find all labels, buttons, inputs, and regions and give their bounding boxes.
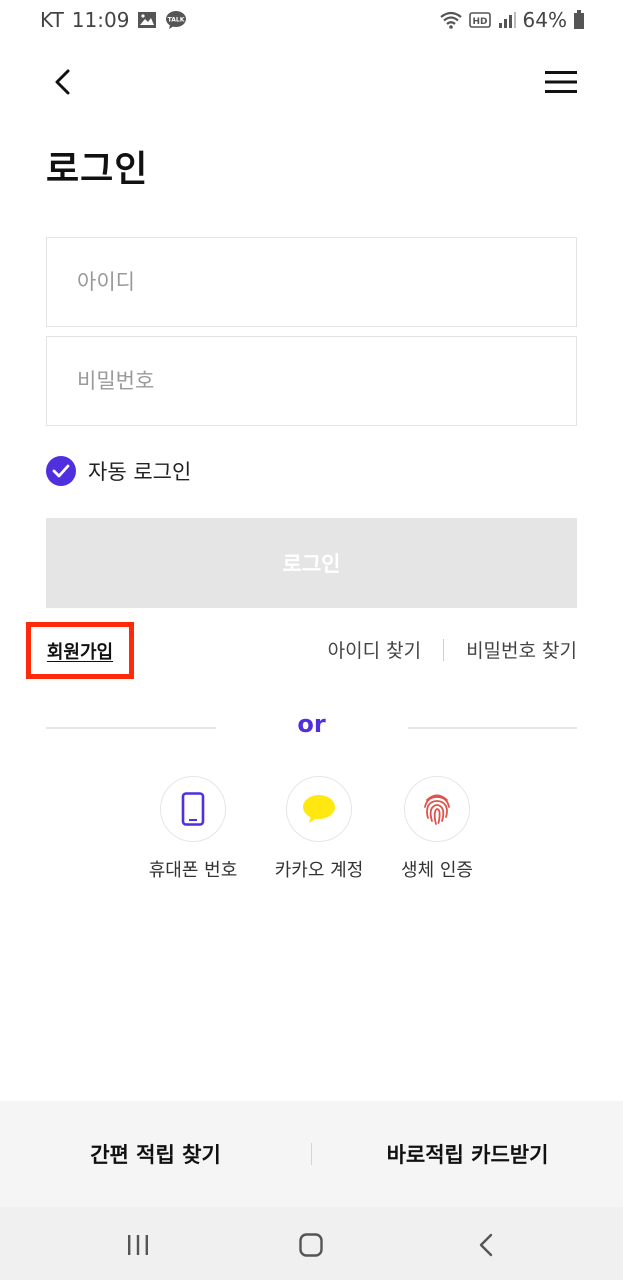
svg-text:TALK: TALK bbox=[168, 17, 185, 24]
back-arrow-icon bbox=[479, 1233, 493, 1257]
password-input[interactable] bbox=[47, 337, 576, 425]
back-button[interactable] bbox=[44, 64, 80, 100]
system-back-button[interactable] bbox=[466, 1225, 506, 1265]
biometric-login-button[interactable]: 생체 인증 bbox=[377, 776, 497, 882]
page-title: 로그인 bbox=[46, 149, 149, 190]
status-bar: KT 11:09 TALK HD 64% bbox=[0, 0, 623, 40]
kakao-chat-bubble-icon bbox=[303, 795, 335, 823]
carrier-label: KT bbox=[40, 8, 64, 32]
find-password-link[interactable]: 비밀번호 찾기 bbox=[466, 636, 577, 663]
id-field-box bbox=[46, 237, 577, 327]
find-id-link[interactable]: 아이디 찾기 bbox=[328, 636, 421, 663]
recent-apps-button[interactable] bbox=[118, 1225, 158, 1265]
biometric-login-circle bbox=[404, 776, 470, 842]
signal-icon bbox=[497, 11, 517, 29]
signup-highlight: 회원가입 bbox=[26, 622, 134, 679]
fingerprint-icon bbox=[424, 794, 450, 825]
checkmark-icon bbox=[46, 456, 76, 486]
recent-apps-icon bbox=[128, 1235, 148, 1255]
hd-icon: HD bbox=[468, 11, 491, 29]
home-button[interactable] bbox=[291, 1225, 331, 1265]
login-button[interactable]: 로그인 bbox=[46, 518, 577, 608]
kakaotalk-icon: TALK bbox=[165, 10, 187, 30]
battery-icon bbox=[573, 10, 585, 30]
svg-text:HD: HD bbox=[472, 17, 487, 27]
hamburger-menu-icon bbox=[545, 71, 577, 93]
gallery-icon bbox=[137, 11, 157, 29]
clock: 11:09 bbox=[71, 8, 130, 32]
phone-login-circle bbox=[160, 776, 226, 842]
kakao-login-circle bbox=[286, 776, 352, 842]
battery-percent: 64% bbox=[522, 8, 567, 32]
phone-login-button[interactable]: 휴대폰 번호 bbox=[133, 776, 253, 882]
menu-button[interactable] bbox=[543, 64, 579, 100]
biometric-login-label: 생체 인증 bbox=[401, 860, 473, 881]
id-input[interactable] bbox=[47, 238, 576, 326]
phone-login-label: 휴대폰 번호 bbox=[148, 860, 238, 881]
auto-login-checkbox[interactable]: 자동 로그인 bbox=[46, 456, 191, 486]
bottom-action-bar: 간편 적립 찾기 바로적립 카드받기 bbox=[0, 1101, 623, 1207]
kakao-login-button[interactable]: 카카오 계정 bbox=[259, 776, 379, 882]
get-card-button[interactable]: 바로적립 카드받기 bbox=[312, 1101, 623, 1207]
home-icon bbox=[299, 1233, 323, 1257]
link-separator bbox=[443, 638, 445, 661]
system-nav-bar bbox=[0, 1207, 623, 1280]
signup-link[interactable]: 회원가입 bbox=[47, 638, 113, 664]
quick-points-button[interactable]: 간편 적립 찾기 bbox=[0, 1101, 311, 1207]
kakao-login-label: 카카오 계정 bbox=[274, 860, 364, 881]
wifi-icon bbox=[439, 10, 463, 30]
auto-login-label: 자동 로그인 bbox=[88, 460, 192, 484]
chevron-left-icon bbox=[55, 69, 70, 95]
or-divider-text: or bbox=[297, 710, 326, 738]
password-field-box bbox=[46, 336, 577, 426]
phone-icon bbox=[181, 792, 205, 826]
find-links: 아이디 찾기 비밀번호 찾기 bbox=[328, 636, 577, 663]
